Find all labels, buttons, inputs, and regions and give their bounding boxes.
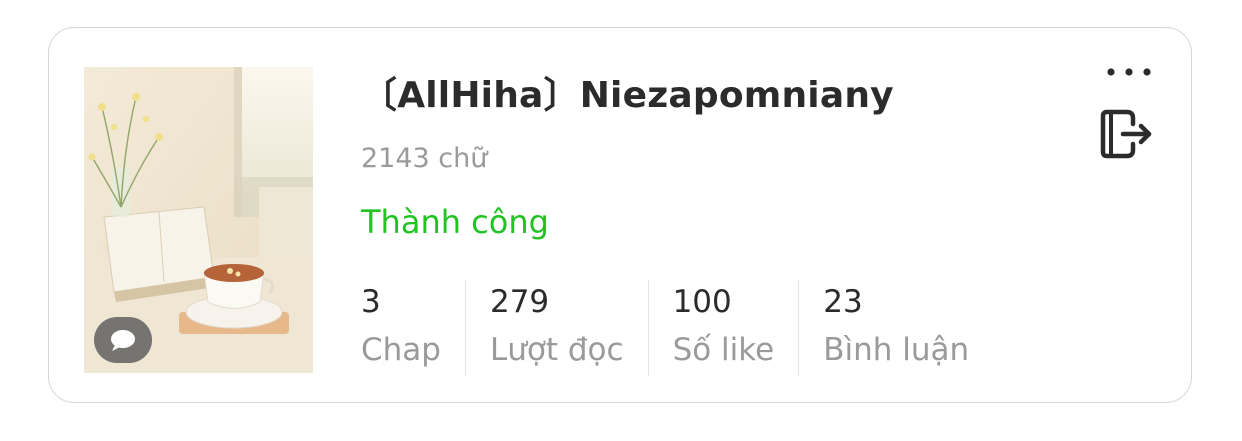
stat-comments: 23 Bình luận — [798, 280, 993, 376]
comment-bubble-icon — [94, 317, 152, 363]
story-stats: 3 Chap 279 Lượt đọc 100 Số like 23 Bình … — [361, 280, 993, 376]
word-count: 2143 chữ — [361, 143, 488, 174]
stat-value: 100 — [672, 284, 732, 320]
stat-chapters: 3 Chap — [361, 280, 465, 376]
stat-value: 3 — [361, 284, 381, 320]
exit-icon — [1100, 109, 1152, 159]
story-title[interactable]: 〔AllHiha〕Niezapomniany — [361, 66, 1061, 118]
status-text: Thành công — [361, 203, 549, 241]
stat-label: Số like — [672, 332, 775, 368]
story-card[interactable]: 〔AllHiha〕Niezapomniany 2143 chữ Thành cô… — [48, 27, 1192, 403]
stat-label: Lượt đọc — [489, 332, 624, 368]
stat-reads: 279 Lượt đọc — [464, 280, 648, 376]
stat-value: 23 — [823, 284, 863, 320]
stat-likes: 100 Số like — [647, 280, 799, 376]
stat-value: 279 — [489, 284, 550, 320]
more-options-button[interactable] — [1099, 58, 1159, 86]
exit-button[interactable] — [1097, 106, 1157, 162]
stat-label: Chap — [361, 332, 441, 368]
more-dots-icon — [1107, 68, 1151, 76]
cover-image[interactable] — [84, 67, 313, 373]
stat-label: Bình luận — [823, 332, 970, 368]
